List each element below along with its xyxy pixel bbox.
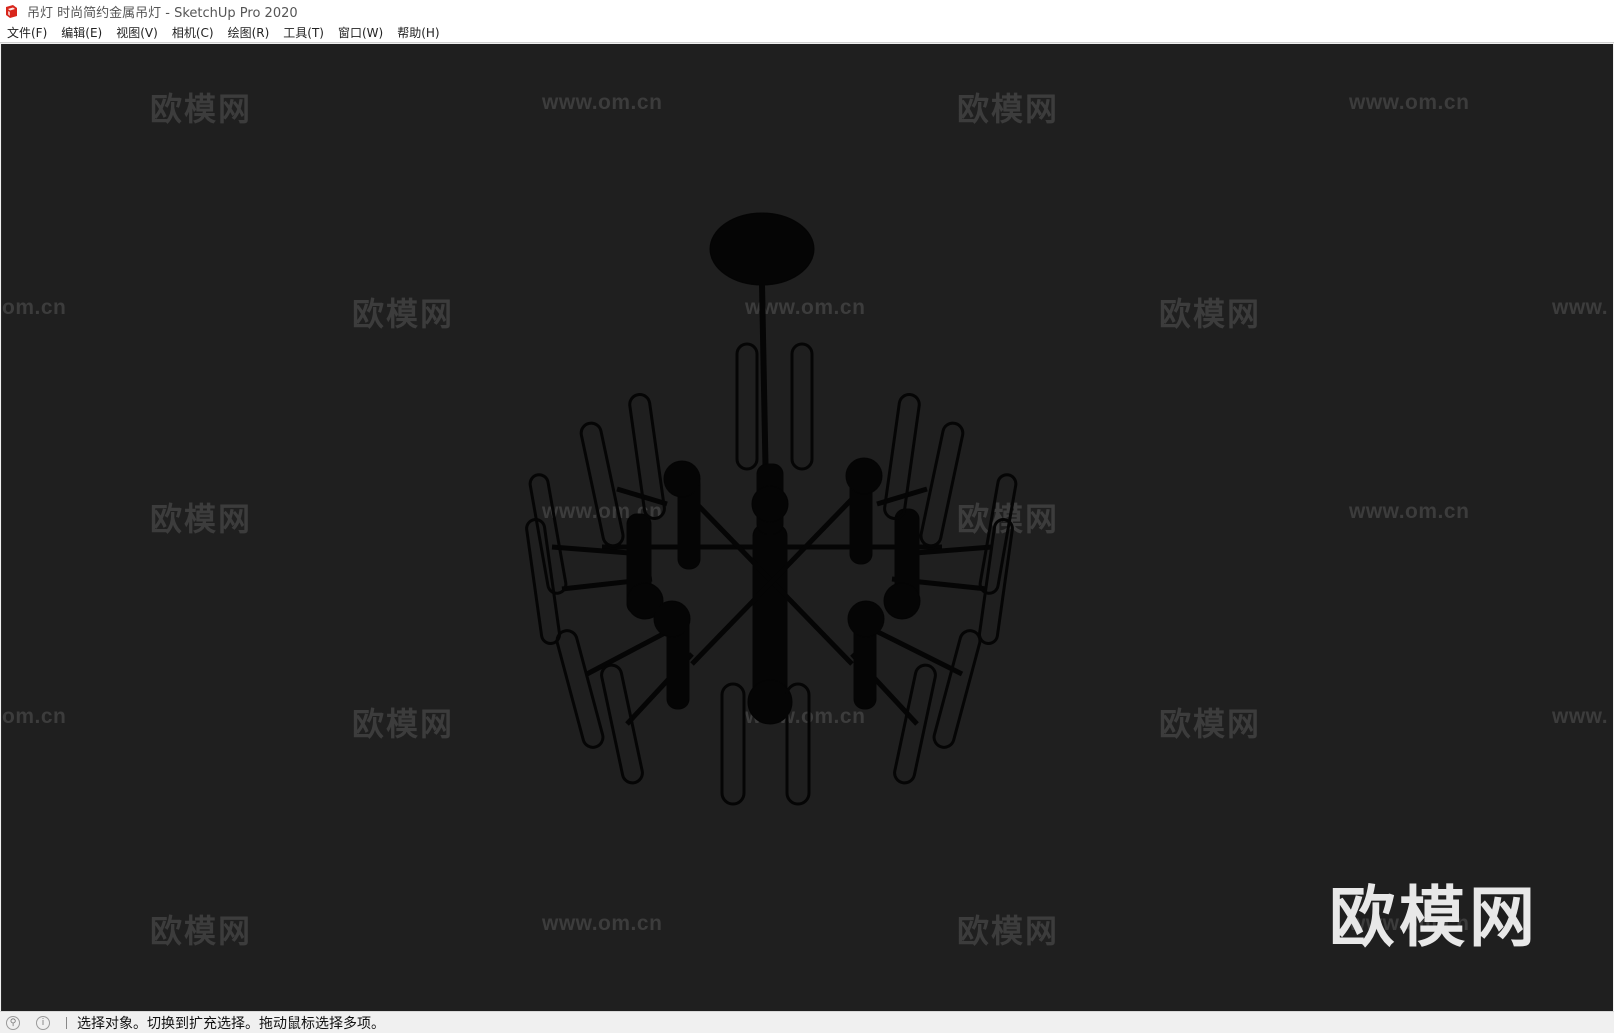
sketchup-icon [4, 4, 19, 19]
status-divider [66, 1016, 67, 1029]
sketchup-window: 吊灯 时尚简约金属吊灯 - SketchUp Pro 2020 文件(F) 编辑… [0, 0, 1614, 1033]
status-message: 选择对象。切换到扩充选择。拖动鼠标选择多项。 [77, 1015, 385, 1032]
menu-view[interactable]: 视图(V) [112, 24, 162, 41]
menu-window[interactable]: 窗口(W) [334, 24, 387, 41]
menu-help[interactable]: 帮助(H) [393, 24, 443, 41]
menu-draw[interactable]: 绘图(R) [224, 24, 274, 41]
menu-camera[interactable]: 相机(C) [168, 24, 218, 41]
watermark-logo-large: 欧模网 [1329, 879, 1539, 956]
3d-viewport[interactable]: 欧模网 www.om.cn 欧模网 www.om.cn om.cn 欧模网 ww… [1, 44, 1613, 1011]
window-title: 吊灯 时尚简约金属吊灯 - SketchUp Pro 2020 [27, 6, 298, 21]
geo-location-icon[interactable]: ⚲ [6, 1015, 20, 1030]
menu-bar: 文件(F) 编辑(E) 视图(V) 相机(C) 绘图(R) 工具(T) 窗口(W… [0, 23, 1614, 43]
title-bar: 吊灯 时尚简约金属吊灯 - SketchUp Pro 2020 [0, 0, 1614, 23]
menu-edit[interactable]: 编辑(E) [57, 24, 106, 41]
menu-file[interactable]: 文件(F) [3, 24, 51, 41]
status-bar: ⚲ i 选择对象。切换到扩充选择。拖动鼠标选择多项。 [0, 1011, 1614, 1033]
info-icon[interactable]: i [36, 1015, 50, 1030]
menu-tools[interactable]: 工具(T) [279, 24, 328, 41]
